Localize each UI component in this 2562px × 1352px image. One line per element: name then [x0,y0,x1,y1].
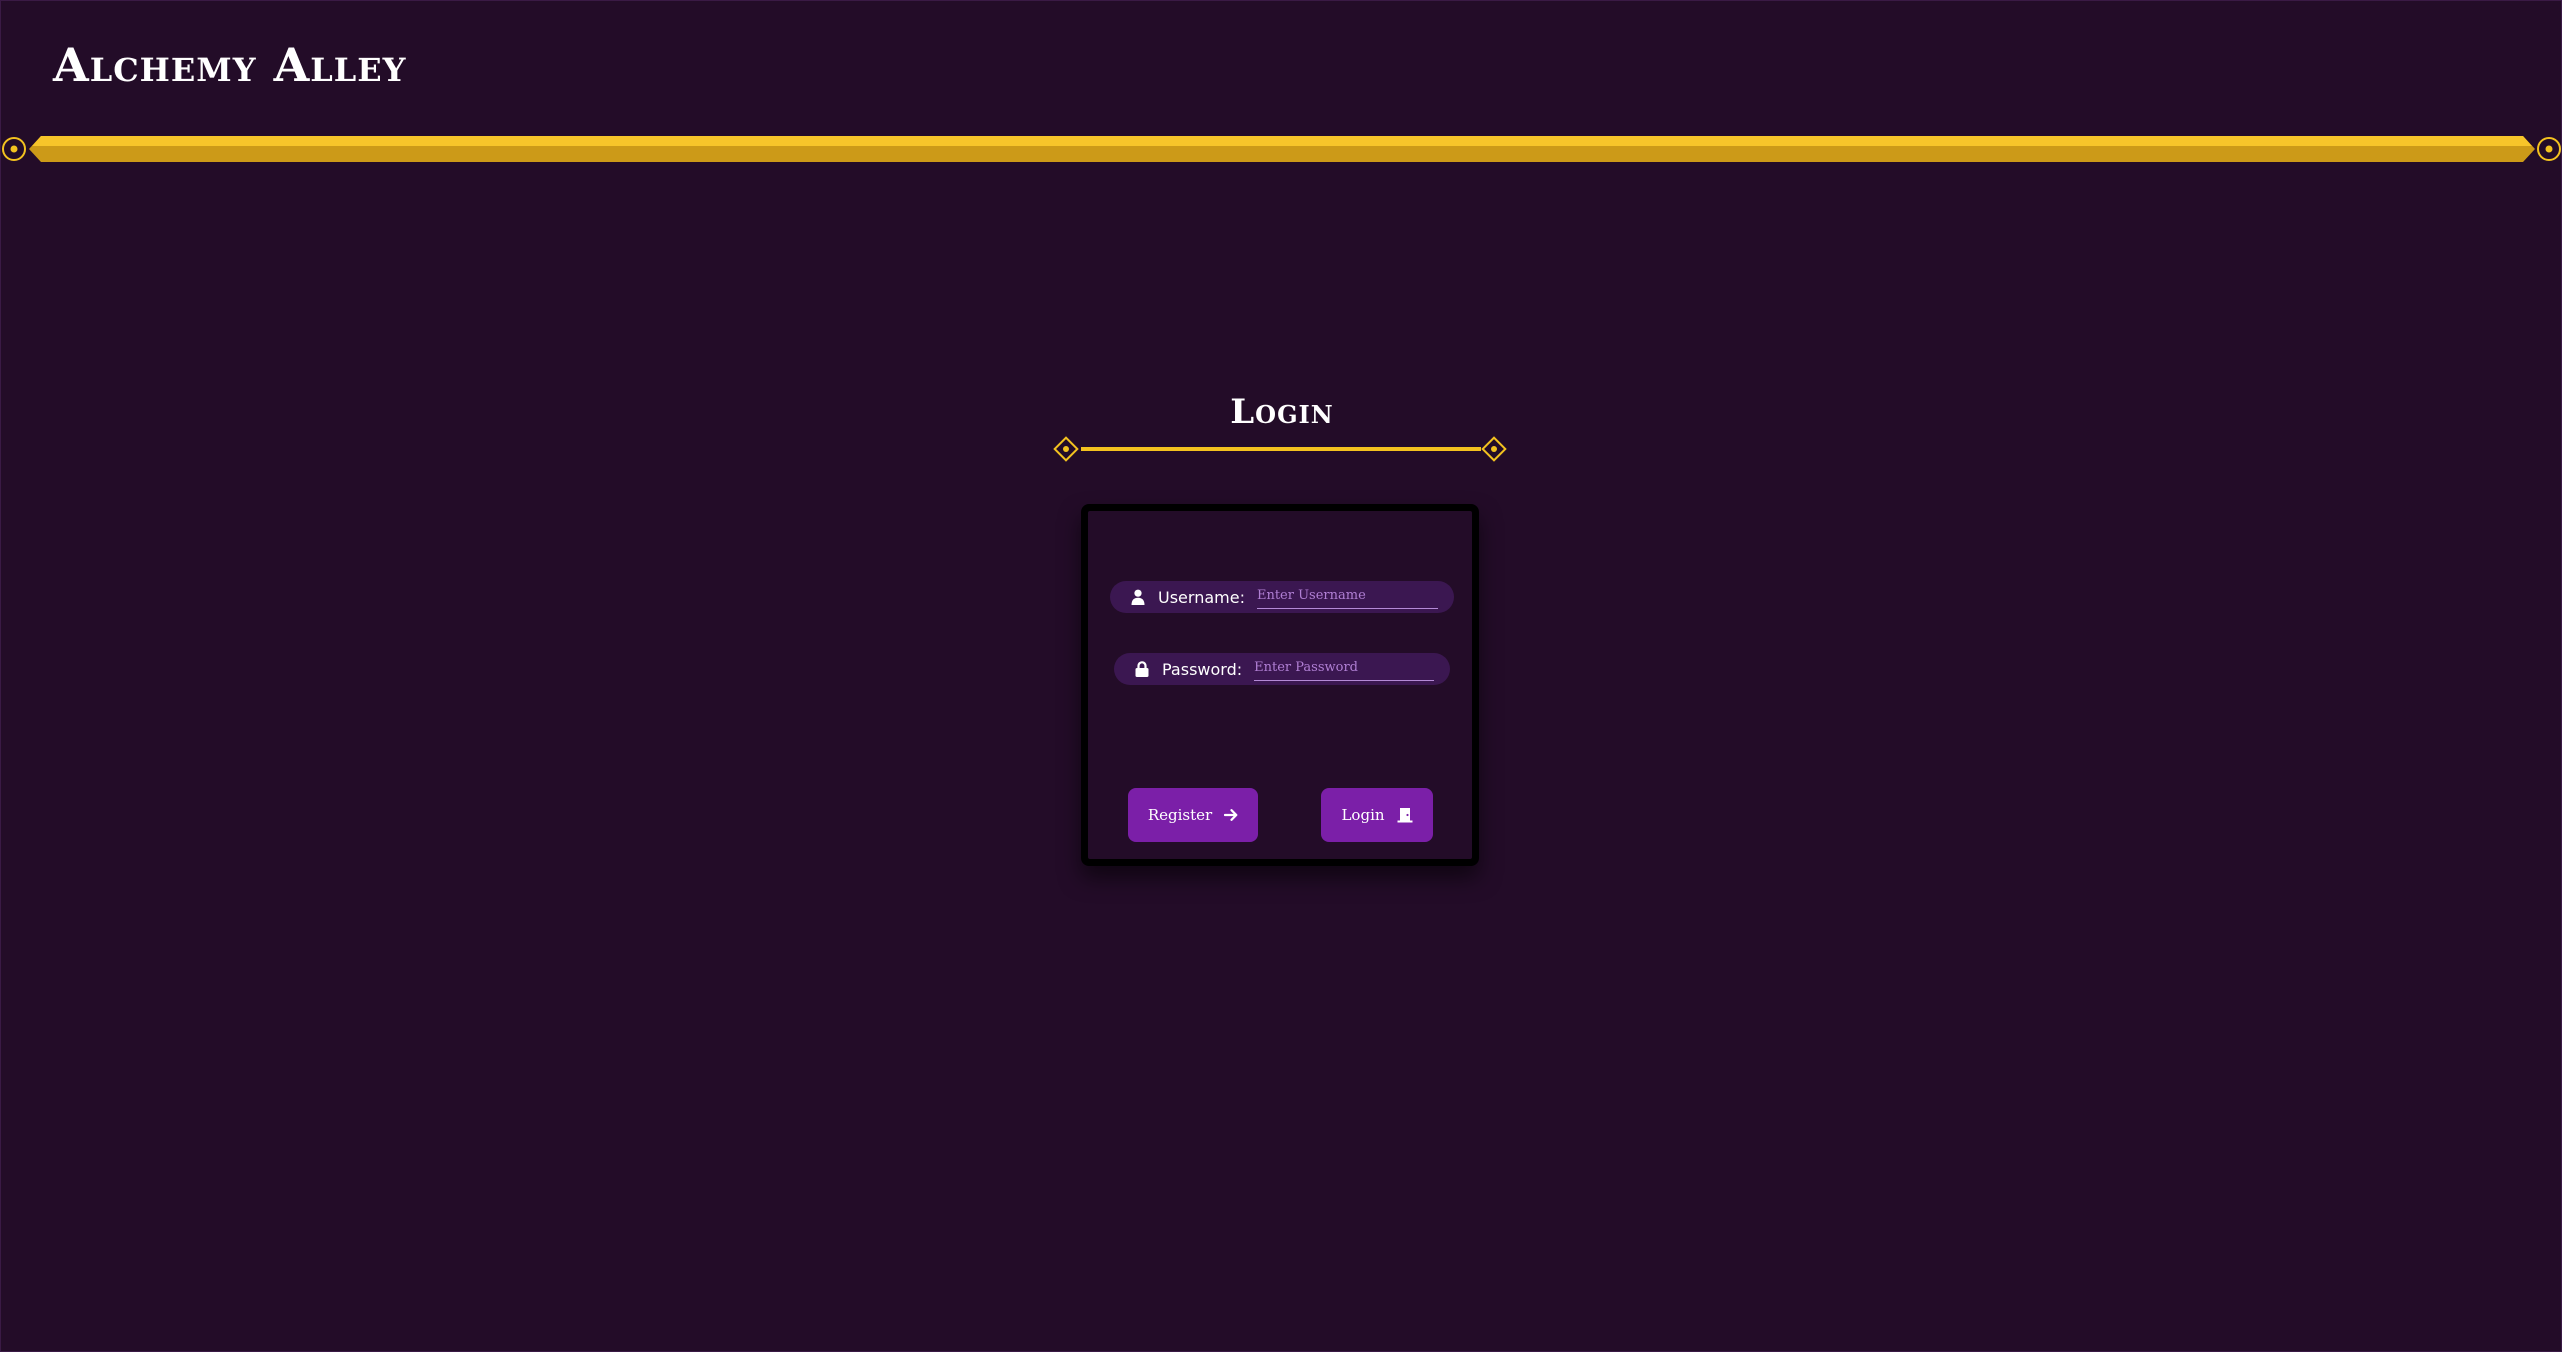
door-icon [1397,807,1413,823]
login-heading: Login [1230,392,1334,432]
username-label: Username: [1158,587,1245,607]
password-label: Password: [1162,659,1243,679]
login-form: Username: Password: Register [1088,511,1472,859]
username-input[interactable] [1256,585,1438,609]
login-heading-divider [1053,436,1507,462]
login-button[interactable]: Login [1321,788,1433,842]
register-button[interactable]: Register [1128,788,1258,842]
site-title: Alchemy Alley [53,38,407,92]
password-input[interactable] [1254,657,1434,681]
username-field: Username: [1110,581,1454,613]
user-icon [1130,588,1146,606]
page: Alchemy Alley Login Username: Enter User… [0,0,2562,1352]
login-button-label: Login [1341,806,1385,824]
login-card: Username: Password: Register [1081,504,1479,866]
register-button-label: Register [1147,806,1213,824]
password-field: Password: [1114,653,1450,685]
header-divider [2,136,2561,162]
lock-icon [1134,660,1150,678]
arrow-right-icon [1224,808,1238,822]
